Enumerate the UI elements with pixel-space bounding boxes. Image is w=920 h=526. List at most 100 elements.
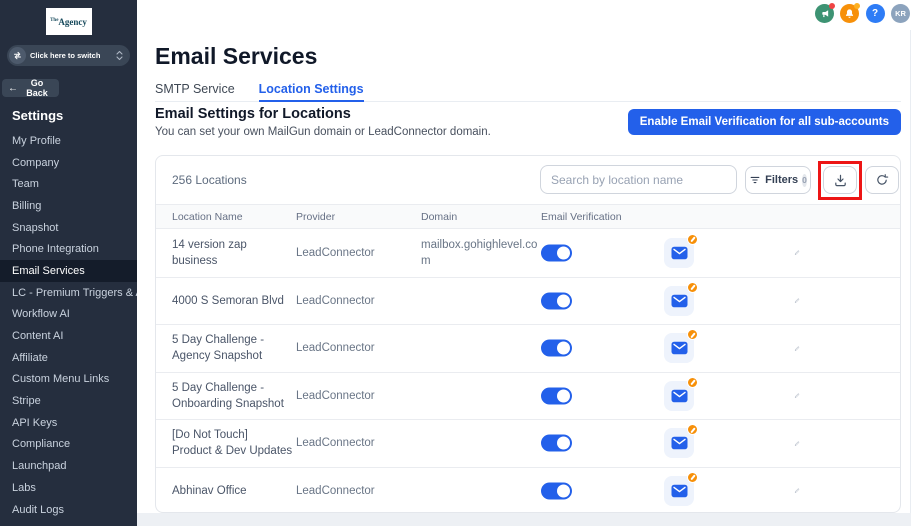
sidebar-item-label: LC - Premium Triggers & Acti... xyxy=(12,287,137,299)
page-background-strip xyxy=(137,513,911,526)
email-warning-badge-icon xyxy=(687,282,698,293)
sidebar-item-label: Company xyxy=(12,157,59,169)
email-warning-badge-icon xyxy=(687,377,698,388)
email-status-button[interactable] xyxy=(664,333,694,363)
sidebar-item-stripe[interactable]: Stripe xyxy=(0,390,137,412)
bell-badge-dot xyxy=(854,3,860,9)
email-verification-toggle[interactable] xyxy=(541,482,572,499)
main-content: ? KR Email Services SMTP Service Locatio… xyxy=(137,0,920,526)
sidebar-item-affiliate[interactable]: Affiliate xyxy=(0,347,137,369)
toggle-knob xyxy=(557,484,570,497)
sidebar-item-lc-premium-triggers-acti[interactable]: LC - Premium Triggers & Acti... xyxy=(0,282,137,304)
sidebar-item-snapshot[interactable]: Snapshot xyxy=(0,217,137,239)
sidebar-item-label: Compliance xyxy=(12,438,70,450)
sidebar-item-custom-menu-links[interactable]: Custom Menu Links xyxy=(0,369,137,391)
sidebar-item-label: API Keys xyxy=(12,417,57,429)
tab-location-settings[interactable]: Location Settings xyxy=(259,82,364,101)
sidebar-item-label: Custom Menu Links xyxy=(12,373,109,385)
email-verification-toggle[interactable] xyxy=(541,435,572,452)
tab-smtp-service[interactable]: SMTP Service xyxy=(155,82,235,101)
section-description: You can set your own MailGun domain or L… xyxy=(155,126,491,138)
edit-icon[interactable] xyxy=(788,339,806,357)
edit-icon[interactable] xyxy=(788,244,806,262)
table-body: 14 version zap business LeadConnector ma… xyxy=(156,229,900,513)
sidebar-item-label: Content AI xyxy=(12,330,63,342)
envelope-icon xyxy=(671,246,688,260)
sidebar-item-label: Audit Logs xyxy=(12,504,64,516)
account-switcher[interactable]: Click here to switch xyxy=(7,45,130,66)
email-status-button[interactable] xyxy=(664,238,694,268)
export-button[interactable] xyxy=(823,166,857,194)
provider-cell: LeadConnector xyxy=(296,435,375,451)
toggle-knob xyxy=(557,294,570,307)
locations-count: 256 Locations xyxy=(172,173,247,187)
settings-menu: My Profile Company Team Billing Snapshot… xyxy=(0,130,137,520)
location-name-cell: 14 version zap business xyxy=(172,237,294,269)
email-status-button[interactable] xyxy=(664,286,694,316)
column-domain: Domain xyxy=(421,211,457,223)
email-verification-toggle[interactable] xyxy=(541,387,572,404)
domain-cell: mailbox.gohighlevel.co m xyxy=(421,237,541,269)
sidebar-item-labs[interactable]: Labs xyxy=(0,477,137,499)
scrollbar-track xyxy=(910,30,911,513)
sidebar-item-label: Billing xyxy=(12,200,41,212)
sidebar-item-launchpad[interactable]: Launchpad xyxy=(0,455,137,477)
sidebar-item-label: Labs xyxy=(12,482,36,494)
section-heading: Email Settings for Locations xyxy=(155,106,351,122)
switcher-label: Click here to switch xyxy=(30,51,111,60)
location-name-cell: 5 Day Challenge - Agency Snapshot xyxy=(172,332,294,364)
refresh-button[interactable] xyxy=(865,166,899,194)
email-status-button[interactable] xyxy=(664,381,694,411)
sidebar-item-compliance[interactable]: Compliance xyxy=(0,434,137,456)
refresh-icon xyxy=(875,173,889,187)
provider-cell: LeadConnector xyxy=(296,293,375,309)
go-back-button[interactable]: Go Back xyxy=(2,79,59,97)
sidebar-item-phone-integration[interactable]: Phone Integration xyxy=(0,238,137,260)
column-location-name: Location Name xyxy=(172,211,243,223)
email-verification-toggle[interactable] xyxy=(541,340,572,357)
email-verification-toggle[interactable] xyxy=(541,292,572,309)
sidebar-item-api-keys[interactable]: API Keys xyxy=(0,412,137,434)
edit-icon[interactable] xyxy=(788,292,806,310)
table-row: 5 Day Challenge - Onboarding Snapshot Le… xyxy=(156,372,900,420)
filters-label: Filters xyxy=(765,174,798,186)
sidebar-item-billing[interactable]: Billing xyxy=(0,195,137,217)
sidebar-item-team[interactable]: Team xyxy=(0,173,137,195)
agency-logo-text: TheAgency xyxy=(50,17,87,27)
edit-icon[interactable] xyxy=(788,434,806,452)
tab-bar: SMTP Service Location Settings xyxy=(155,82,901,102)
sidebar-item-my-profile[interactable]: My Profile xyxy=(0,130,137,152)
sidebar-item-company[interactable]: Company xyxy=(0,152,137,174)
chevron-updown-icon xyxy=(115,50,124,61)
search-input[interactable] xyxy=(540,165,737,194)
switch-icon xyxy=(9,47,26,64)
table-toolbar: 256 Locations Filters 0 xyxy=(156,156,900,204)
sidebar-item-content-ai[interactable]: Content AI xyxy=(0,325,137,347)
column-email-verification: Email Verification xyxy=(541,211,622,223)
table-row: 5 Day Challenge - Agency Snapshot LeadCo… xyxy=(156,324,900,372)
email-status-button[interactable] xyxy=(664,428,694,458)
edit-icon[interactable] xyxy=(788,387,806,405)
edit-icon[interactable] xyxy=(788,482,806,500)
sidebar-item-email-services[interactable]: Email Services xyxy=(0,260,137,282)
provider-cell: LeadConnector xyxy=(296,340,375,356)
filters-button[interactable]: Filters 0 xyxy=(745,166,811,194)
email-status-button[interactable] xyxy=(664,476,694,506)
sidebar-item-workflow-ai[interactable]: Workflow AI xyxy=(0,304,137,326)
sidebar-item-audit-logs[interactable]: Audit Logs xyxy=(0,499,137,521)
email-verification-toggle[interactable] xyxy=(541,244,572,261)
toggle-knob xyxy=(557,246,570,259)
help-icon[interactable]: ? xyxy=(866,4,885,23)
envelope-icon xyxy=(671,389,688,403)
sidebar-item-label: Email Services xyxy=(12,265,85,277)
table-header: Location Name Provider Domain Email Veri… xyxy=(156,204,900,229)
back-arrow-icon xyxy=(8,83,18,94)
settings-sidebar: TheAgency Click here to switch Go Back S… xyxy=(0,0,137,526)
announcements-icon[interactable] xyxy=(815,4,834,23)
avatar[interactable]: KR xyxy=(891,4,910,23)
enable-email-verification-button[interactable]: Enable Email Verification for all sub-ac… xyxy=(628,109,901,135)
sidebar-item-label: Team xyxy=(12,178,39,190)
bell-icon[interactable] xyxy=(840,4,859,23)
email-warning-badge-icon xyxy=(687,424,698,435)
email-warning-badge-icon xyxy=(687,329,698,340)
